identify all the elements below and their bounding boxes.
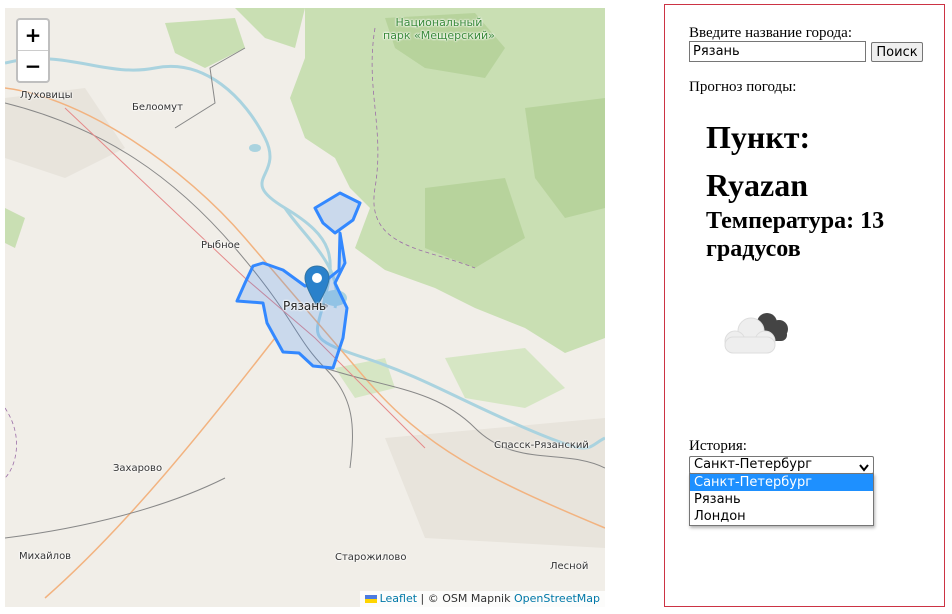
town-label-zakharovo: Захарово xyxy=(113,463,163,474)
attribution-text: | © OSM Mapnik xyxy=(417,592,514,605)
history-label: История: xyxy=(689,438,747,454)
city-prompt-label: Введите название города: xyxy=(689,25,853,41)
town-label-lukhovitsy: Луховицы xyxy=(20,90,73,101)
history-option[interactable]: Санкт-Петербург xyxy=(690,474,873,491)
map[interactable]: Национальный парк «Мещерский» Луховицы Б… xyxy=(5,8,605,607)
ukraine-flag-icon xyxy=(364,595,377,603)
park-label: Национальный парк «Мещерский» xyxy=(383,16,495,42)
map-attribution: Leaflet | © OSM Mapnik OpenStreetMap xyxy=(359,591,605,607)
history-selected-value: Санкт-Петербург xyxy=(694,457,813,472)
leaflet-link[interactable]: Leaflet xyxy=(380,592,417,605)
history-dropdown: Санкт-Петербург Рязань Лондон xyxy=(689,473,874,526)
place-heading: Пункт: Ryazan xyxy=(706,119,811,203)
town-label-rybnoe: Рыбное xyxy=(201,240,240,251)
city-input[interactable] xyxy=(689,41,866,62)
history-option[interactable]: Рязань xyxy=(690,491,873,508)
forecast-label: Прогноз погоды: xyxy=(689,79,797,95)
cloudy-icon xyxy=(717,307,793,364)
town-label-starozhilovo: Старожилово xyxy=(335,552,407,563)
osm-link[interactable]: OpenStreetMap xyxy=(514,592,600,605)
search-button[interactable]: Поиск xyxy=(871,42,923,62)
city-label-ryazan: Рязань xyxy=(283,299,327,313)
town-label-lesnoy: Лесной xyxy=(550,561,589,572)
history-option[interactable]: Лондон xyxy=(690,508,873,525)
temperature-heading: Температура: 13 градусов xyxy=(706,208,885,262)
zoom-in-button[interactable]: + xyxy=(18,20,48,51)
town-label-mikhaylov: Михайлов xyxy=(19,551,72,562)
town-label-spassk: Спасск-Рязанский xyxy=(494,440,589,451)
town-label-beloomut: Белоомут xyxy=(132,102,183,113)
zoom-control: + − xyxy=(16,18,50,83)
history-select[interactable]: Санкт-Петербург xyxy=(689,456,874,474)
zoom-out-button[interactable]: − xyxy=(18,51,48,81)
